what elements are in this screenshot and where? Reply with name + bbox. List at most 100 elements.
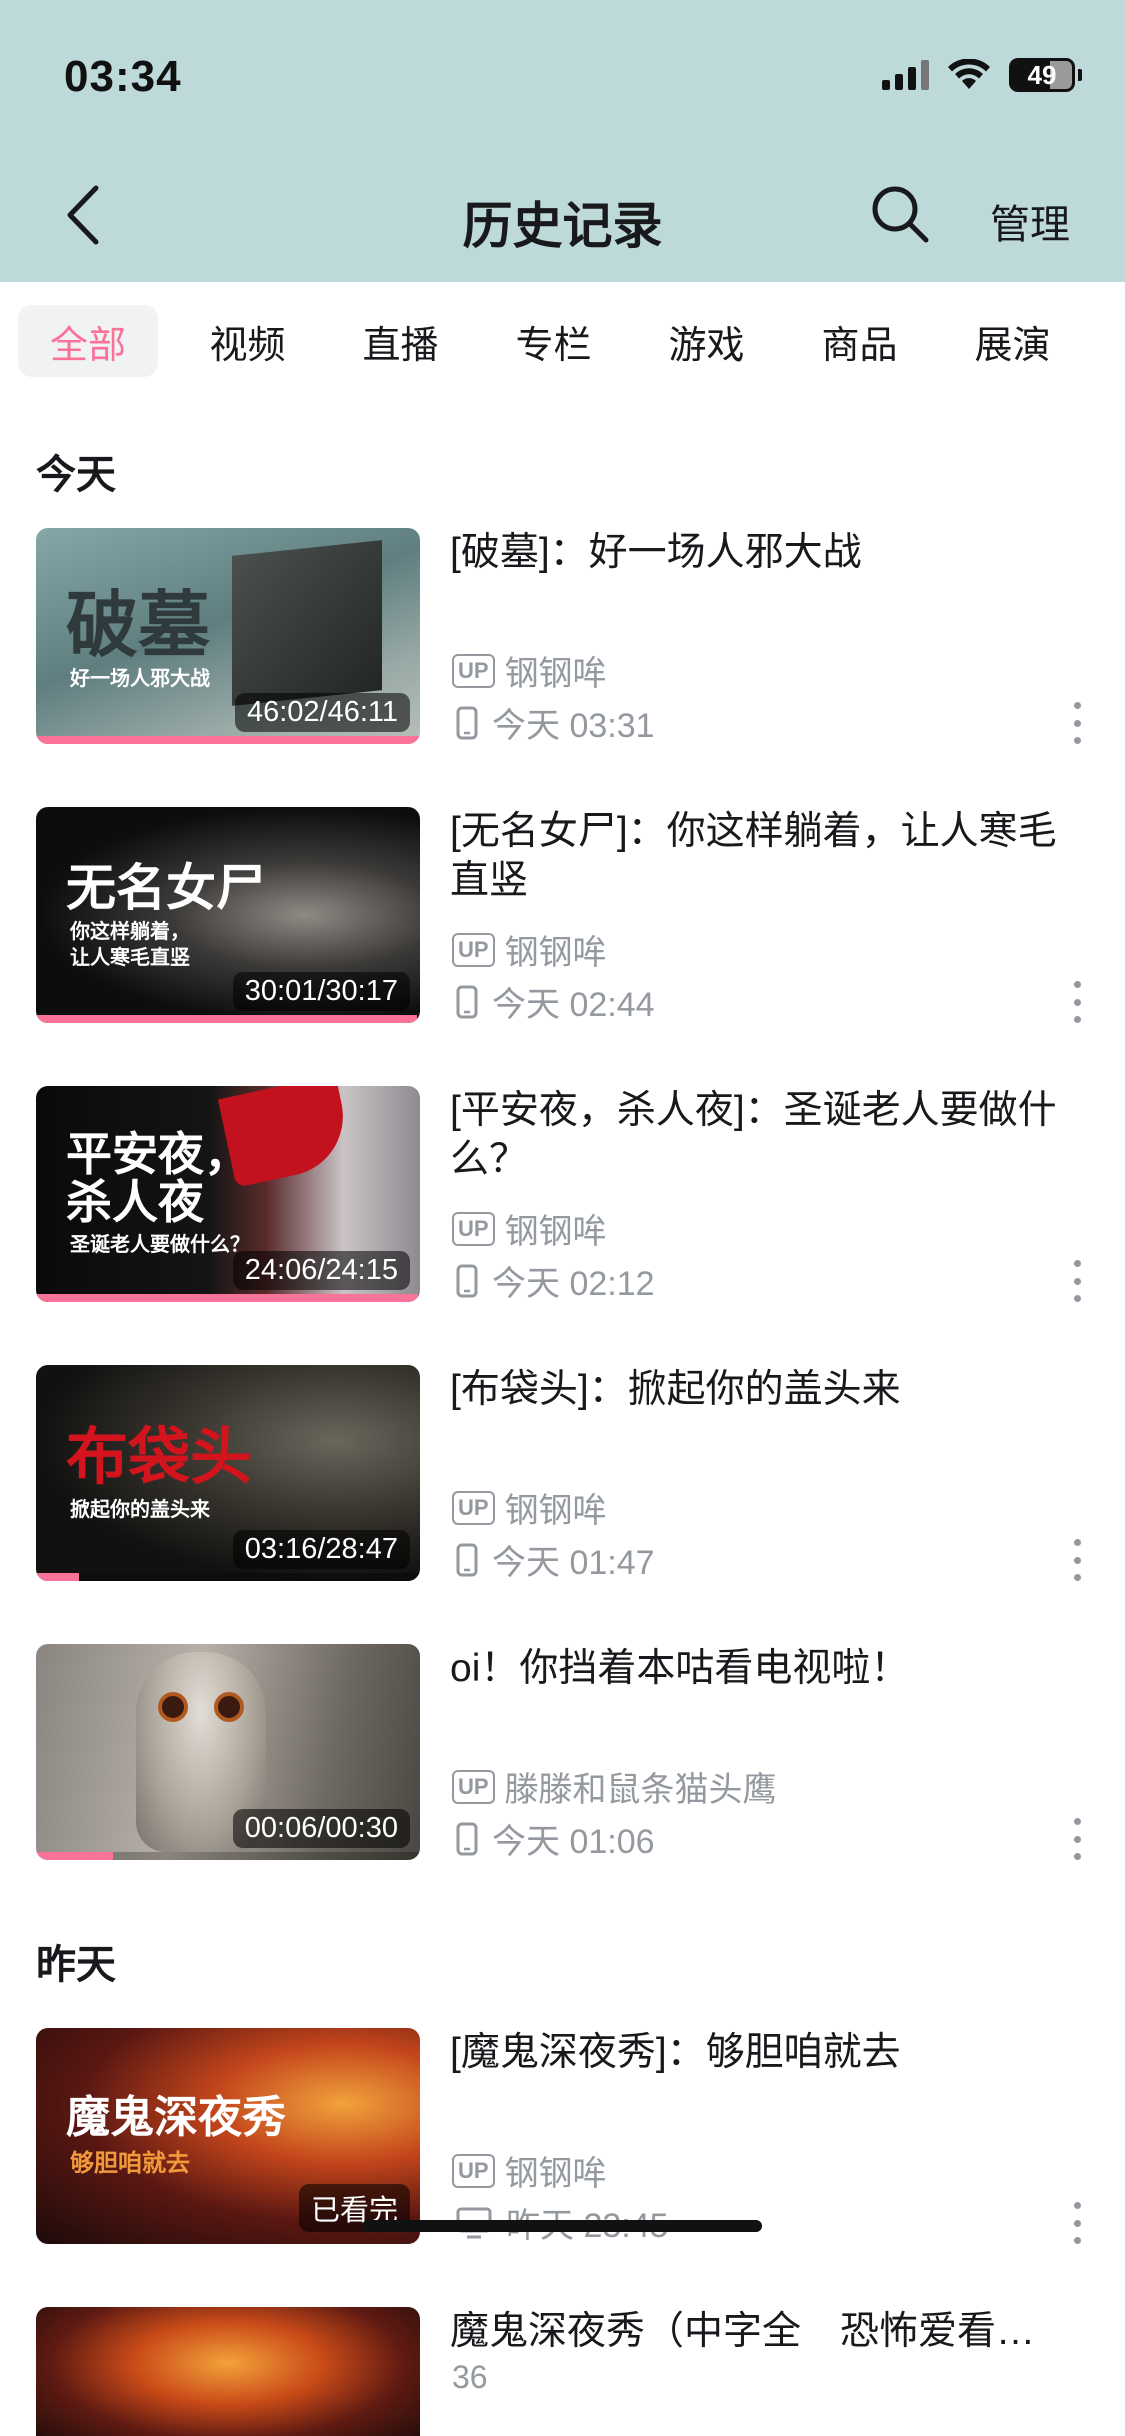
video-title: [平安夜，杀人夜]：圣诞老人要做什么？ bbox=[450, 1089, 1057, 1181]
tab-column[interactable]: 专栏 bbox=[477, 305, 630, 377]
thumbnail-title: 破墓 bbox=[66, 586, 211, 666]
uploader-row: UP 钢钢哞 bbox=[452, 646, 607, 695]
watch-time: 今天 01:47 bbox=[492, 1544, 655, 1582]
thumbnail-title: 无名女尸 bbox=[66, 860, 266, 916]
uploader-name: 钢钢哞 bbox=[504, 1492, 607, 1530]
watch-time: 今天 01:06 bbox=[492, 1823, 655, 1861]
video-meta: 36 bbox=[452, 2359, 488, 2395]
uploader-row: UP 钢钢哞 bbox=[452, 1483, 607, 1532]
phone-icon bbox=[456, 1822, 478, 1855]
progress-bar bbox=[36, 1015, 417, 1023]
video-thumbnail bbox=[36, 2307, 420, 2436]
video-thumbnail: 布袋头 掀起你的盖头来 03:16/28:47 bbox=[36, 1365, 420, 1581]
progress-bar bbox=[36, 1852, 113, 1860]
more-options-icon[interactable] bbox=[1065, 696, 1089, 750]
up-badge-icon: UP bbox=[452, 1211, 495, 1246]
uploader-name: 钢钢哞 bbox=[504, 934, 607, 972]
more-options-icon[interactable] bbox=[1065, 1254, 1089, 1308]
video-thumbnail: 平安夜， 杀人夜 圣诞老人要做什么？ 24:06/24:15 bbox=[36, 1086, 420, 1302]
tab-video[interactable]: 视频 bbox=[171, 305, 324, 377]
video-title: [无名女尸]：你这样躺着，让人寒毛直竖 bbox=[450, 810, 1057, 902]
thumbnail-subtitle: 你这样躺着， 让人寒毛直竖 bbox=[70, 921, 190, 969]
watch-progress-text: 24:06/24:15 bbox=[232, 1251, 410, 1290]
watch-time: 今天 02:12 bbox=[492, 1265, 655, 1303]
phone-icon bbox=[456, 985, 478, 1018]
page-title: 历史记录 bbox=[462, 198, 663, 254]
tab-live[interactable]: 直播 bbox=[324, 305, 477, 377]
watch-time: 今天 02:44 bbox=[492, 986, 655, 1024]
watch-time-row: 今天 02:12 bbox=[456, 1256, 655, 1305]
thumbnail-title: 布袋头 bbox=[66, 1423, 253, 1492]
up-badge-icon: UP bbox=[452, 932, 495, 967]
history-item[interactable]: 布袋头 掀起你的盖头来 03:16/28:47 [布袋头]：掀起你的盖头来 UP… bbox=[0, 1365, 1125, 1584]
thumbnail-subtitle: 好一场人邪大战 bbox=[70, 668, 210, 690]
video-thumbnail: 魔鬼深夜秀 够胆咱就去 已看完 bbox=[36, 2028, 420, 2244]
progress-bar bbox=[36, 736, 419, 744]
thumbnail-subtitle: 圣诞老人要做什么？ bbox=[70, 1234, 250, 1256]
uploader-name: 钢钢哞 bbox=[504, 655, 607, 693]
up-badge-icon: UP bbox=[452, 1769, 495, 1804]
more-options-icon[interactable] bbox=[1065, 975, 1089, 1029]
watch-time-row: 今天 01:47 bbox=[456, 1535, 655, 1584]
battery-icon: 49 bbox=[1009, 58, 1082, 92]
progress-bar bbox=[36, 1294, 418, 1302]
section-title-yesterday: 昨天 bbox=[36, 1943, 116, 1987]
status-icons: 49 bbox=[882, 58, 1082, 92]
header: 03:34 49 历史记录 管理 bbox=[0, 0, 1125, 282]
watch-time-row: 今天 03:31 bbox=[456, 698, 655, 747]
thumbnail-art bbox=[232, 540, 382, 706]
history-item[interactable]: 00:06/00:30 oi！你挡着本咕看电视啦！ UP 滕滕和鼠条猫头鹰 今天… bbox=[0, 1644, 1125, 1863]
more-options-icon[interactable] bbox=[1065, 1533, 1089, 1587]
history-item[interactable]: 魔鬼深夜秀 够胆咱就去 已看完 [魔鬼深夜秀]：够胆咱就去 UP 钢钢哞 昨天 … bbox=[0, 2028, 1125, 2245]
section-title-today: 今天 bbox=[36, 453, 116, 497]
video-title: [破墓]：好一场人邪大战 bbox=[450, 531, 862, 574]
watch-time: 今天 03:31 bbox=[492, 707, 655, 745]
tab-game[interactable]: 游戏 bbox=[630, 305, 783, 377]
uploader-name: 钢钢哞 bbox=[504, 2155, 607, 2193]
uploader-name: 钢钢哞 bbox=[504, 1213, 607, 1251]
video-title: [布袋头]：掀起你的盖头来 bbox=[450, 1368, 901, 1411]
watch-progress-text: 00:06/00:30 bbox=[232, 1809, 410, 1848]
home-indicator bbox=[362, 2220, 762, 2232]
thumbnail-title: 魔鬼深夜秀 bbox=[66, 2093, 286, 2142]
history-item[interactable]: 破墓 好一场人邪大战 46:02/46:11 [破墓]：好一场人邪大战 UP 钢… bbox=[0, 528, 1125, 747]
tab-all[interactable]: 全部 bbox=[18, 305, 158, 377]
more-options-icon[interactable] bbox=[1065, 2196, 1089, 2250]
more-options-icon[interactable] bbox=[1065, 1812, 1089, 1866]
watch-progress-text: 46:02/46:11 bbox=[234, 693, 410, 732]
manage-button[interactable]: 管理 bbox=[990, 192, 1070, 250]
cellular-signal-icon bbox=[882, 60, 929, 90]
video-thumbnail: 无名女尸 你这样躺着， 让人寒毛直竖 30:01/30:17 bbox=[36, 807, 420, 1023]
battery-level: 49 bbox=[1027, 59, 1057, 90]
back-icon[interactable] bbox=[56, 182, 108, 248]
thumbnail-subtitle: 掀起你的盖头来 bbox=[70, 1499, 210, 1521]
watch-time-row: 今天 02:44 bbox=[456, 977, 655, 1026]
up-badge-icon: UP bbox=[452, 1490, 495, 1525]
watch-time-row: 今天 01:06 bbox=[456, 1814, 655, 1863]
video-title: oi！你挡着本咕看电视啦！ bbox=[450, 1647, 910, 1690]
uploader-row: UP 滕滕和鼠条猫头鹰 bbox=[452, 1762, 777, 1811]
wifi-icon bbox=[948, 59, 990, 89]
uploader-row: UP 钢钢哞 bbox=[452, 2146, 607, 2195]
video-title: [魔鬼深夜秀]：够胆咱就去 bbox=[450, 2031, 901, 2074]
video-title: 魔鬼深夜秀（中字全 恐怖爱看… bbox=[450, 2310, 1036, 2353]
thumbnail-title: 平安夜， 杀人夜 bbox=[66, 1128, 250, 1229]
uploader-row: UP 钢钢哞 bbox=[452, 1204, 607, 1253]
watch-progress-text: 03:16/28:47 bbox=[232, 1530, 410, 1569]
tab-goods[interactable]: 商品 bbox=[783, 305, 936, 377]
phone-icon bbox=[456, 706, 478, 739]
up-badge-icon: UP bbox=[452, 653, 495, 688]
video-thumbnail: 破墓 好一场人邪大战 46:02/46:11 bbox=[36, 528, 420, 744]
uploader-name: 滕滕和鼠条猫头鹰 bbox=[504, 1771, 777, 1809]
watch-progress-text: 30:01/30:17 bbox=[232, 972, 410, 1011]
search-icon[interactable] bbox=[868, 182, 932, 246]
history-item[interactable]: 平安夜， 杀人夜 圣诞老人要做什么？ 24:06/24:15 [平安夜，杀人夜]… bbox=[0, 1086, 1125, 1305]
phone-icon bbox=[456, 1264, 478, 1297]
progress-bar bbox=[36, 1573, 80, 1581]
tab-show[interactable]: 展演 bbox=[936, 305, 1089, 377]
status-time: 03:34 bbox=[64, 52, 182, 101]
history-item[interactable]: 无名女尸 你这样躺着， 让人寒毛直竖 30:01/30:17 [无名女尸]：你这… bbox=[0, 807, 1125, 1026]
phone-icon bbox=[456, 1543, 478, 1576]
history-item[interactable]: 魔鬼深夜秀（中字全 恐怖爱看… 36 bbox=[0, 2307, 1125, 2436]
up-badge-icon: UP bbox=[452, 2153, 495, 2188]
